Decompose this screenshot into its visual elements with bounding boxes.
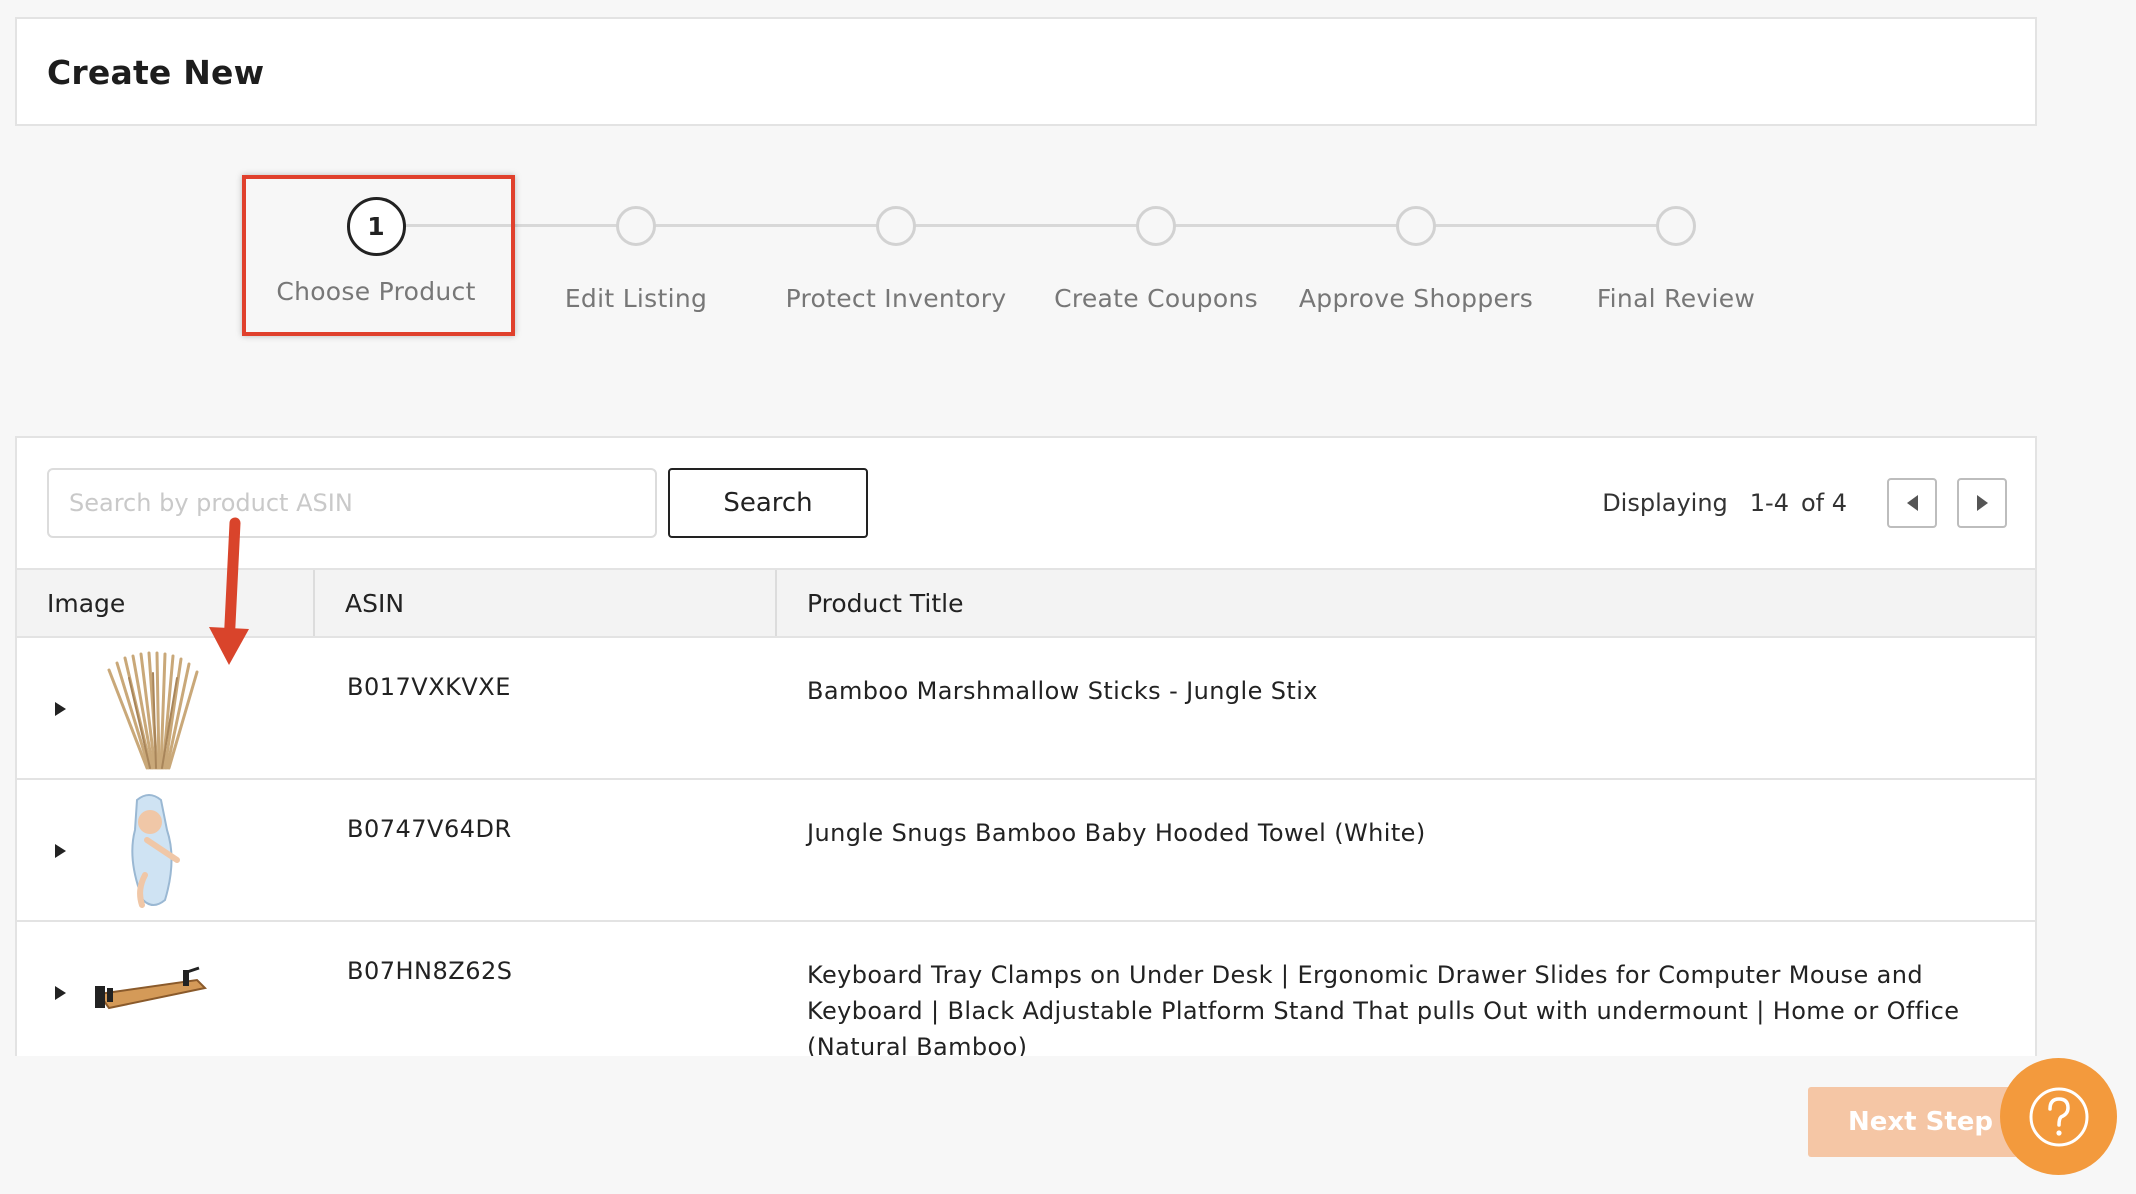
product-title-cell: Bamboo Marshmallow Sticks - Jungle Stix (807, 677, 1318, 705)
expand-row-icon[interactable] (55, 702, 66, 716)
column-divider (313, 570, 315, 636)
annotation-highlight-box (242, 175, 515, 336)
progress-stepper: 1 Choose Product Edit Listing Protect In… (0, 0, 2136, 360)
step-create-coupons[interactable]: Create Coupons (1026, 200, 1286, 313)
step-approve-shoppers[interactable]: Approve Shoppers (1286, 200, 1546, 313)
baby-towel-image (131, 794, 180, 908)
caret-right-icon (1976, 495, 1988, 511)
search-input[interactable] (47, 468, 657, 538)
table-row[interactable]: B0747V64DR Jungle Snugs Bamboo Baby Hood… (17, 780, 2035, 922)
pagination: Displaying 1-4 of 4 (1602, 478, 2007, 528)
column-divider (775, 570, 777, 636)
column-header-image: Image (47, 589, 126, 618)
step-circle (1656, 206, 1696, 246)
step-circle (1396, 206, 1436, 246)
table-row[interactable]: B017VXKVXE Bamboo Marshmallow Sticks - J… (17, 638, 2035, 780)
expand-row-icon[interactable] (55, 844, 66, 858)
annotation-arrow-icon (209, 517, 249, 665)
product-title-cell: Keyboard Tray Clamps on Under Desk | Erg… (807, 961, 1960, 1056)
help-button[interactable] (2000, 1058, 2117, 1175)
step-label: Edit Listing (564, 284, 708, 313)
step-label: Protect Inventory (785, 284, 1007, 313)
displaying-label: Displaying (1602, 489, 1728, 517)
displaying-total: of 4 (1800, 489, 1847, 517)
step-label: Approve Shoppers (1298, 284, 1534, 313)
product-title-cell: Jungle Snugs Bamboo Baby Hooded Towel (W… (807, 819, 1426, 847)
expand-row-icon[interactable] (55, 986, 66, 1000)
product-table-card: Search Displaying 1-4 of 4 Image ASIN Pr… (15, 436, 2037, 1056)
table-header: Image ASIN Product Title (17, 568, 2035, 638)
column-header-asin: ASIN (345, 589, 405, 618)
keyboard-tray-image (95, 966, 208, 1010)
asin-cell: B0747V64DR (347, 815, 512, 843)
asin-cell: B017VXKVXE (347, 673, 511, 701)
asin-cell: B07HN8Z62S (347, 957, 513, 985)
table-row[interactable]: B07HN8Z62S Keyboard Tray Clamps on Under… (17, 922, 2035, 1056)
step-circle (876, 206, 916, 246)
bamboo-sticks-image (107, 651, 199, 770)
step-label: Create Coupons (1054, 284, 1258, 313)
step-final-review[interactable]: Final Review (1546, 200, 1806, 313)
step-circle (1136, 206, 1176, 246)
step-label: Final Review (1596, 284, 1756, 313)
prev-page-button[interactable] (1887, 478, 1937, 528)
column-header-product-title: Product Title (807, 589, 964, 618)
step-protect-inventory[interactable]: Protect Inventory (766, 200, 1026, 313)
search-button[interactable]: Search (668, 468, 868, 538)
displaying-range: 1-4 (1749, 489, 1789, 517)
next-step-button[interactable]: Next Step (1808, 1087, 2018, 1157)
question-icon (2029, 1087, 2088, 1146)
step-circle (616, 206, 656, 246)
caret-left-icon (1906, 495, 1918, 511)
next-page-button[interactable] (1957, 478, 2007, 528)
step-edit-listing[interactable]: Edit Listing (506, 200, 766, 313)
